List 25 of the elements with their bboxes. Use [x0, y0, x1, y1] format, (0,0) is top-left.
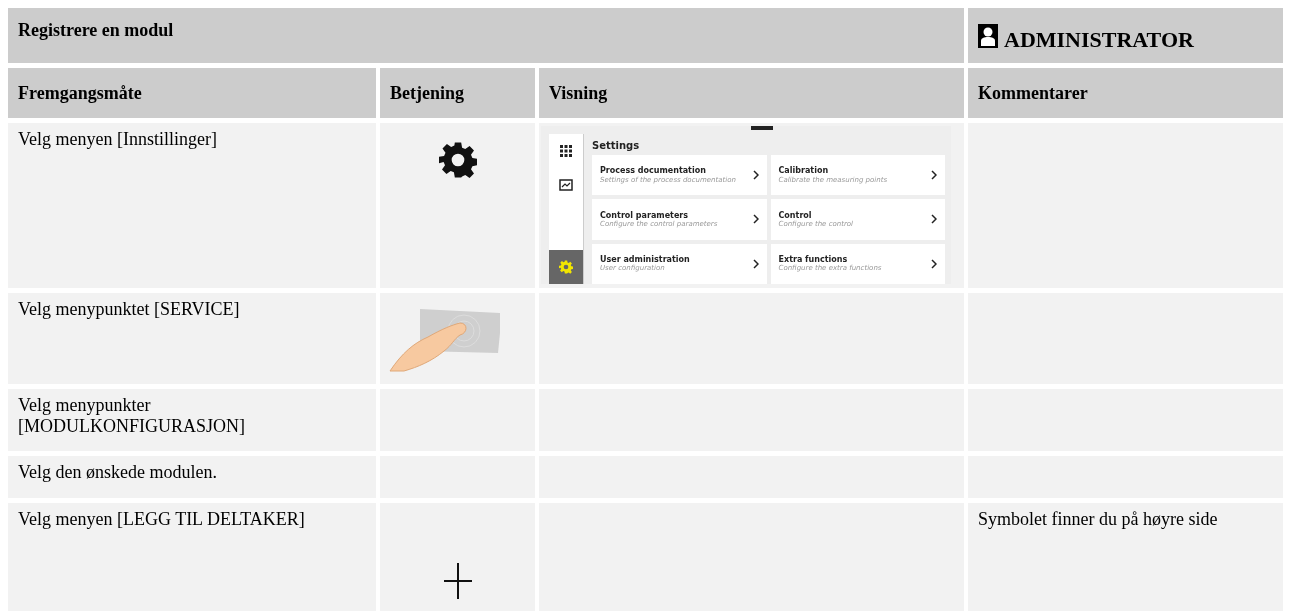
comment-text: Symbolet finner du på høyre side — [978, 509, 1218, 530]
column-header: Betjening — [380, 68, 535, 118]
screen-title: Settings — [592, 140, 641, 152]
column-header: Fremgangsmåte — [8, 68, 376, 118]
gear-icon — [438, 141, 477, 179]
settings-icon — [559, 260, 573, 274]
chevron-icon — [931, 258, 937, 269]
step-text: Velg menyen [Innstillinger] — [8, 123, 376, 288]
user-icon — [978, 23, 998, 48]
apps-grid-icon — [559, 144, 573, 158]
chevron-icon — [752, 258, 759, 269]
step-text: Velg den ønskede modulen. — [8, 456, 376, 498]
step-text: Velg menypunkter [MODULKONFIGURASJON] — [8, 389, 376, 451]
plus-icon — [443, 563, 472, 599]
chevron-icon — [752, 170, 759, 181]
role-label: ADMINISTRATOR — [1004, 29, 1194, 50]
chart-icon — [559, 179, 573, 191]
chevron-icon — [752, 214, 759, 225]
page-title: Registrere en modul — [8, 8, 964, 63]
column-header: Visning — [539, 68, 964, 118]
column-header: Kommentarer — [968, 68, 1283, 118]
step-text: Velg menypunktet [SERVICE] — [8, 293, 376, 384]
step-text: Velg menyen [LEGG TIL DELTAKER] — [8, 503, 376, 611]
chevron-icon — [931, 214, 937, 225]
chevron-icon — [931, 170, 937, 181]
